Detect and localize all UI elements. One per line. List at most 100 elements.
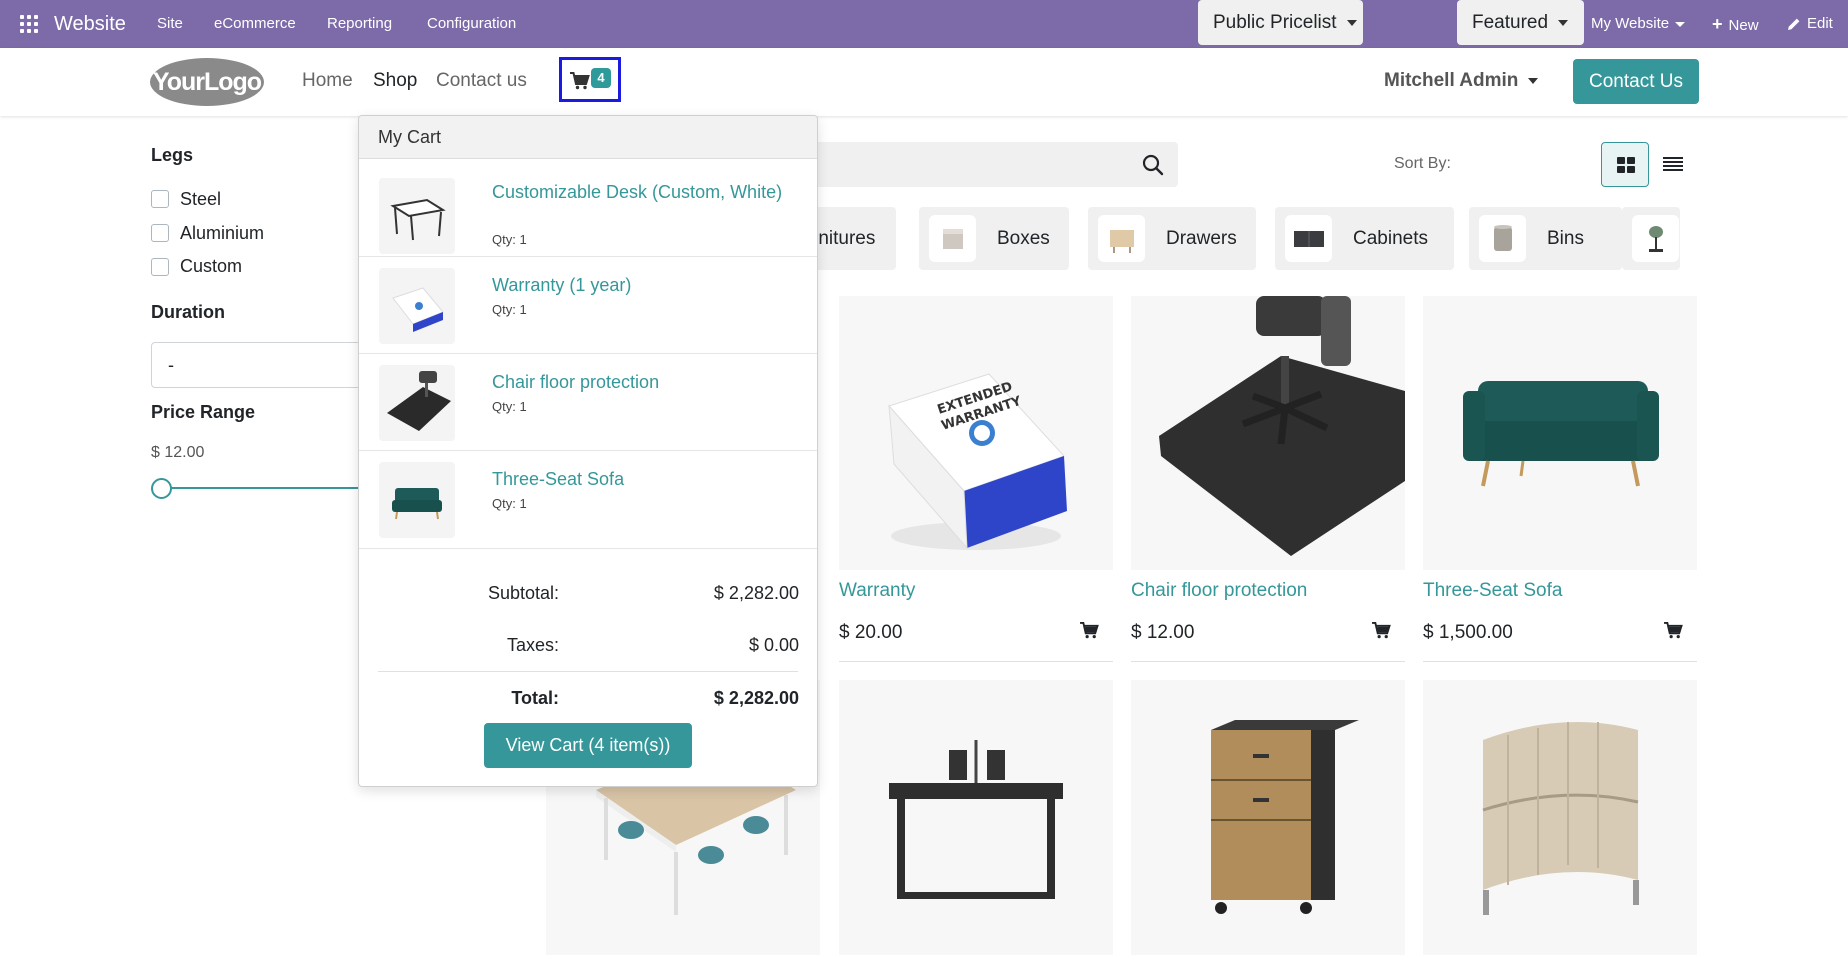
- sort-by-dropdown[interactable]: Featured: [1457, 0, 1584, 45]
- cart-line: Customizable Desk (Custom, White) Qty: 1: [359, 160, 817, 257]
- category-label: Boxes: [997, 228, 1050, 249]
- product-name-chair-floor-protection[interactable]: Chair floor protection: [1131, 580, 1307, 602]
- legs-aluminium-checkbox[interactable]: [151, 224, 169, 242]
- price-range-min-handle[interactable]: [151, 478, 172, 499]
- nav-contact-us[interactable]: Contact us: [436, 70, 527, 92]
- apps-menu-icon[interactable]: [20, 15, 38, 33]
- legs-steel-label[interactable]: Steel: [180, 189, 221, 210]
- new-button[interactable]: + New: [1712, 0, 1759, 48]
- list-view-button[interactable]: [1649, 142, 1697, 187]
- cart-totals-divider: [378, 671, 798, 672]
- nav-shop[interactable]: Shop: [373, 70, 417, 92]
- cart-taxes-label: Taxes:: [506, 635, 559, 655]
- edit-button[interactable]: Edit: [1787, 0, 1833, 48]
- add-to-cart-icon[interactable]: [1664, 622, 1683, 639]
- cart-line-thumbnail[interactable]: [379, 268, 455, 344]
- chevron-down-icon: [1528, 77, 1539, 84]
- contact-us-button[interactable]: Contact Us: [1573, 59, 1699, 104]
- product-image-desk-combination[interactable]: [839, 680, 1113, 955]
- legs-filter-title: Legs: [151, 145, 194, 165]
- cart-line-thumbnail[interactable]: [379, 462, 455, 538]
- cart-line: Warranty (1 year) Qty: 1: [359, 257, 817, 354]
- cart-button[interactable]: 4: [559, 57, 621, 102]
- cart-dropdown-title: My Cart: [359, 116, 817, 159]
- search-icon[interactable]: [1142, 154, 1164, 176]
- price-min-label: $ 12.00: [151, 444, 205, 461]
- cart-line-thumbnail[interactable]: [379, 365, 455, 441]
- product-price-warranty: $ 20.00: [839, 622, 903, 643]
- category-label: Cabinets: [1353, 228, 1428, 249]
- menu-ecommerce[interactable]: eCommerce: [214, 0, 296, 48]
- category-thumbnail: [1479, 215, 1526, 262]
- product-image-warranty[interactable]: EXTENDED WARRANTY: [839, 296, 1113, 570]
- chevron-down-icon: [1346, 19, 1357, 26]
- grid-view-button[interactable]: [1601, 142, 1649, 187]
- pencil-icon: [1788, 18, 1800, 31]
- cart-line-name[interactable]: Three-Seat Sofa: [492, 467, 792, 491]
- product-image-room-divider[interactable]: [1423, 680, 1697, 955]
- sort-by-label: Sort By:: [1394, 155, 1451, 172]
- category-cabinets[interactable]: Cabinets: [1275, 207, 1454, 270]
- cart-line-qty: Qty: 1: [492, 232, 527, 247]
- menu-reporting[interactable]: Reporting: [327, 0, 392, 48]
- cart-total-label: Total:: [511, 688, 559, 708]
- price-range-title: Price Range: [151, 402, 256, 422]
- category-bins[interactable]: Bins: [1469, 207, 1622, 270]
- category-thumbnail: [1632, 215, 1679, 262]
- product-price-three-seat-sofa: $ 1,500.00: [1423, 622, 1513, 643]
- site-logo[interactable]: YourLogo: [150, 58, 264, 106]
- shopping-cart-icon: [570, 72, 590, 90]
- website-app-title[interactable]: Website: [54, 0, 126, 48]
- cart-dropdown: My Cart Customizable Desk (Custom, White…: [358, 115, 818, 787]
- add-to-cart-icon[interactable]: [1080, 622, 1099, 639]
- add-to-cart-icon[interactable]: [1372, 622, 1391, 639]
- cart-count-badge: 4: [591, 68, 611, 88]
- user-menu[interactable]: Mitchell Admin: [1384, 70, 1539, 92]
- chevron-down-icon: [1675, 21, 1686, 27]
- category-label: rnitures: [812, 228, 876, 249]
- menu-site[interactable]: Site: [157, 0, 183, 48]
- pricelist-label: Public Pricelist: [1213, 12, 1337, 33]
- cart-line-name[interactable]: Customizable Desk (Custom, White): [492, 180, 792, 204]
- cart-taxes-value: $ 0.00: [748, 635, 799, 655]
- category-thumbnail: [1098, 215, 1145, 262]
- menu-configuration[interactable]: Configuration: [427, 0, 516, 48]
- product-image-drawer-cabinet[interactable]: [1131, 680, 1405, 955]
- category-drawers[interactable]: Drawers: [1088, 207, 1256, 270]
- website-selector[interactable]: My Website: [1591, 0, 1686, 48]
- cart-line-qty: Qty: 1: [492, 399, 527, 414]
- cart-line-qty: Qty: 1: [492, 496, 527, 511]
- cart-line-qty: Qty: 1: [492, 302, 527, 317]
- category-label: Bins: [1547, 228, 1584, 249]
- plus-icon: +: [1712, 14, 1723, 34]
- cart-line-name[interactable]: Chair floor protection: [492, 370, 792, 394]
- new-button-label: New: [1728, 17, 1759, 34]
- chevron-down-icon: [1558, 19, 1569, 26]
- legs-steel-checkbox[interactable]: [151, 190, 169, 208]
- cart-line-name[interactable]: Warranty (1 year): [492, 273, 792, 297]
- legs-custom-label[interactable]: Custom: [180, 256, 242, 277]
- category-thumbnail: [929, 215, 976, 262]
- category-boxes[interactable]: Boxes: [919, 207, 1069, 270]
- nav-home[interactable]: Home: [302, 70, 353, 92]
- user-name: Mitchell Admin: [1384, 70, 1519, 91]
- pricelist-dropdown[interactable]: Public Pricelist: [1198, 0, 1363, 45]
- duration-filter-title: Duration: [151, 302, 225, 322]
- product-image-three-seat-sofa[interactable]: [1423, 296, 1697, 570]
- view-cart-button[interactable]: View Cart (4 item(s)): [484, 723, 692, 768]
- product-image-chair-floor-protection[interactable]: [1131, 296, 1405, 570]
- category-lamps[interactable]: [1622, 207, 1680, 270]
- product-name-three-seat-sofa[interactable]: Three-Seat Sofa: [1423, 580, 1562, 602]
- category-label: Drawers: [1166, 228, 1237, 249]
- website-selector-label: My Website: [1591, 15, 1670, 32]
- legs-custom-checkbox[interactable]: [151, 258, 169, 276]
- category-thumbnail: [1285, 215, 1332, 262]
- cart-subtotal-value: $ 2,282.00: [713, 583, 799, 603]
- product-divider: [1131, 661, 1405, 662]
- legs-aluminium-label[interactable]: Aluminium: [180, 223, 264, 244]
- cart-line-thumbnail[interactable]: [379, 178, 455, 254]
- product-price-chair-floor-protection: $ 12.00: [1131, 622, 1195, 643]
- cart-line: Chair floor protection Qty: 1: [359, 354, 817, 451]
- cart-total-value: $ 2,282.00: [713, 688, 799, 708]
- product-name-warranty[interactable]: Warranty: [839, 580, 915, 602]
